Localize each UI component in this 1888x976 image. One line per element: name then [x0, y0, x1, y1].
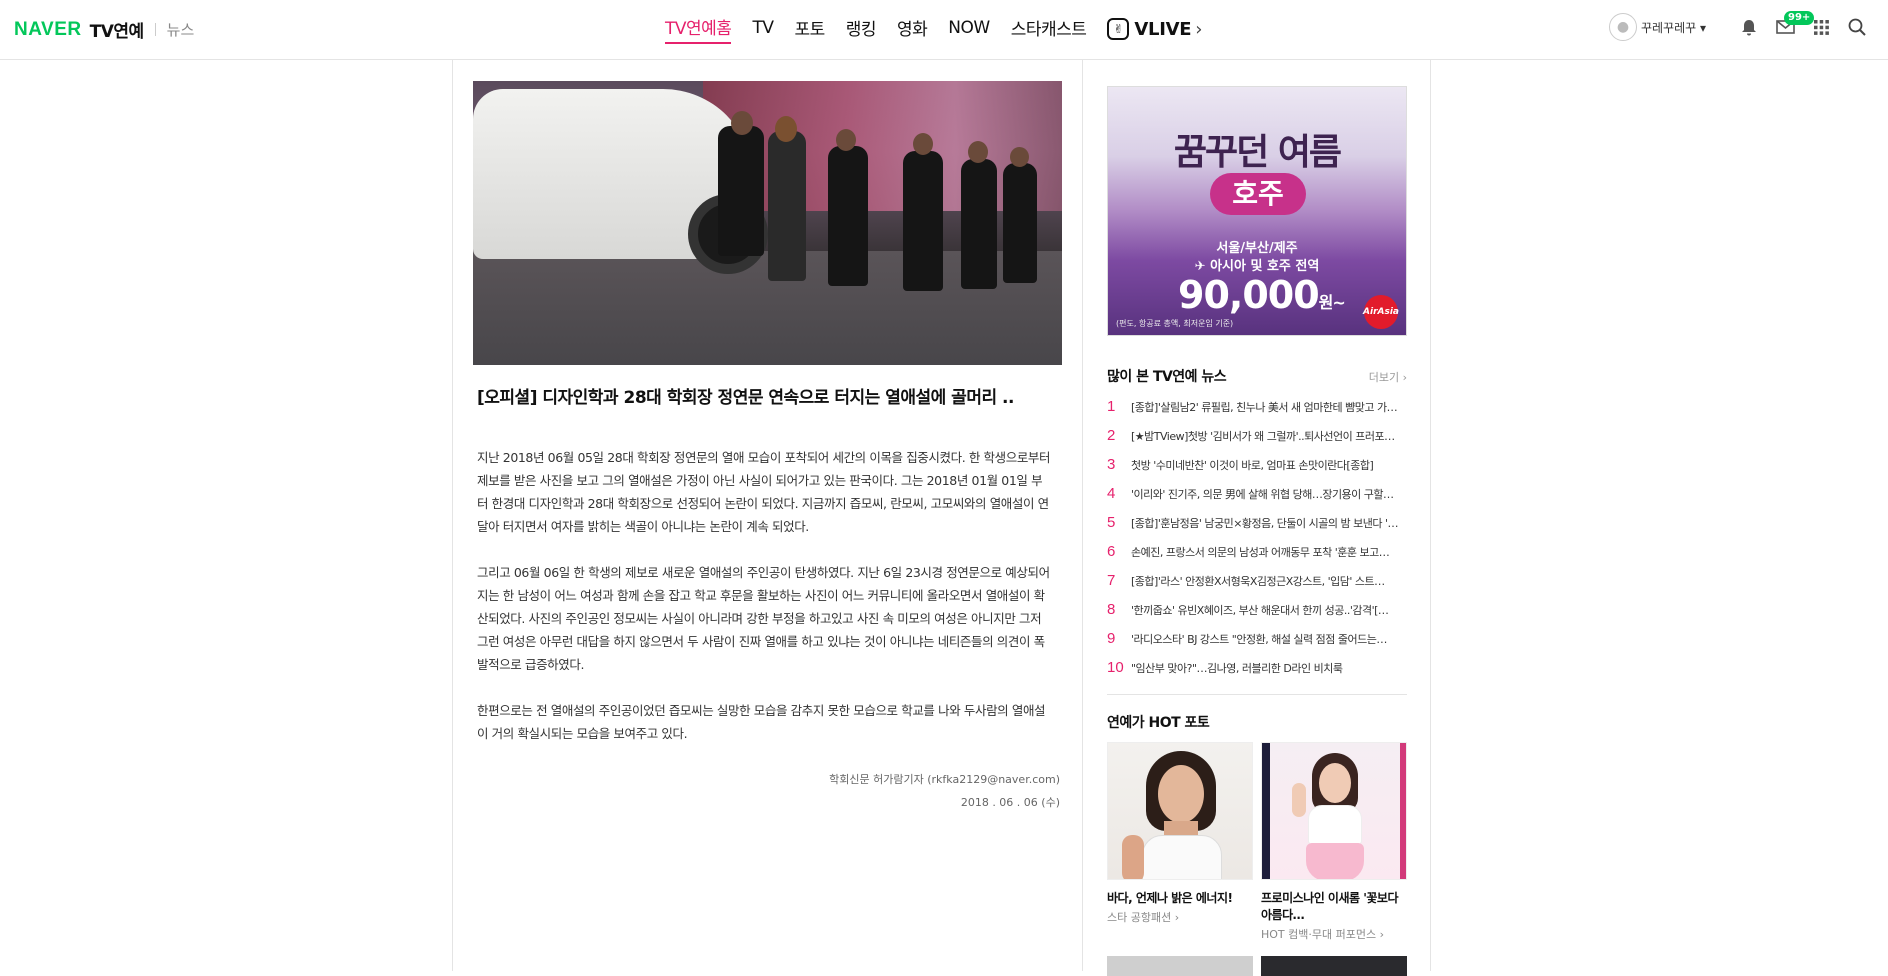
- rank-headline: [★밤TView]첫방 '김비서가 왜 그럴까'..퇴사선언이 프러포…: [1131, 429, 1395, 443]
- ad-note: (편도, 항공료 총액, 최저운임 기준): [1116, 319, 1234, 328]
- ranking-header: 많이 본 TV연예 뉴스 더보기 ›: [1107, 366, 1407, 386]
- photo-thumbnail[interactable]: [1261, 742, 1407, 880]
- apps-grid-icon[interactable]: [1810, 16, 1832, 38]
- rank-headline: 손예진, 프랑스서 의문의 남성과 어깨동무 포착 '훈훈 보고…: [1131, 545, 1390, 559]
- photo-card[interactable]: 프로미스나인 이새롬 '꽃보다 아름다… HOT 컴백·무대 퍼포먼스 ›: [1261, 742, 1407, 942]
- ranking-item[interactable]: 7 [종합]'라스' 안정환X서형욱X김정근X강스트, '입담' 스트…: [1107, 566, 1407, 595]
- ranking-title: 많이 본 TV연예 뉴스: [1107, 369, 1227, 385]
- ad-headline: 꿈꾸던 여름: [1173, 132, 1342, 173]
- ad-price-value: 90,000: [1178, 273, 1320, 317]
- ranking-item[interactable]: 8 '한끼줍쇼' 유빈X혜이즈, 부산 해운대서 한끼 성공..'감격'[…: [1107, 595, 1407, 624]
- content-column-divider: [1082, 60, 1083, 971]
- article-photo[interactable]: [473, 81, 1062, 365]
- avatar[interactable]: ●: [1608, 13, 1637, 41]
- bell-icon[interactable]: [1738, 16, 1760, 38]
- news-link[interactable]: 뉴스: [167, 19, 195, 40]
- rank-headline: "임산부 맞아?"…김나영, 러블리한 D라인 비치룩: [1131, 661, 1343, 675]
- rank-headline: [종합]'라스' 안정환X서형욱X김정근X강스트, '입담' 스트…: [1131, 574, 1385, 588]
- search-icon[interactable]: [1846, 16, 1868, 38]
- ranking-list: 1 [종합]'살림남2' 류필립, 친누나 美서 새 엄마한테 뺨맞고 가… 2 […: [1107, 392, 1407, 695]
- rank-number: 7: [1107, 572, 1116, 589]
- ranking-item[interactable]: 5 [종합]'훈남정음' 남궁민×황정음, 단둘이 시골의 밤 보낸다 '…: [1107, 508, 1407, 537]
- nav-photo[interactable]: 포토: [794, 15, 825, 43]
- rank-number: 2: [1107, 427, 1116, 444]
- article-paragraph: 지난 2018년 06월 05일 28대 학회장 정연문의 열애 모습이 포착되…: [477, 450, 1051, 534]
- nav-now[interactable]: NOW: [948, 18, 990, 41]
- user-name: 꾸레꾸레꾸: [1640, 20, 1697, 35]
- sidebar: 꿈꾸던 여름 호주 서울/부산/제주 ✈ 아시아 및 호주 전역 90,000원…: [1107, 86, 1407, 976]
- content-left-border: [452, 60, 453, 971]
- reporter: 학회신문 허가람기자 (rkfka2129@naver.com): [829, 773, 1060, 786]
- nav-tv-home[interactable]: TV연예홈: [665, 14, 732, 44]
- rank-number: 10: [1107, 659, 1124, 676]
- photo-card[interactable]: 바다, 언제나 밝은 에너지! 스타 공항패션 ›: [1107, 742, 1253, 942]
- brand-divider: [154, 23, 156, 36]
- nav-ranking[interactable]: 랭킹: [846, 15, 877, 43]
- ranking-item[interactable]: 4 '이리와' 진기주, 의문 男에 살해 위협 당해…장기용이 구할…: [1107, 479, 1407, 508]
- ranking-item[interactable]: 1 [종합]'살림남2' 류필립, 친누나 美서 새 엄마한테 뺨맞고 가…: [1107, 392, 1407, 421]
- hot-photo-title: 연예가 HOT 포토: [1107, 715, 1210, 731]
- rank-number: 4: [1107, 485, 1116, 502]
- rank-headline: [종합]'살림남2' 류필립, 친누나 美서 새 엄마한테 뺨맞고 가…: [1131, 400, 1398, 414]
- ranking-item[interactable]: 9 '라디오스타' BJ 강스트 "안정환, 해설 실력 점점 줄어드는…: [1107, 624, 1407, 653]
- nav-tv[interactable]: TV: [752, 18, 774, 41]
- ranking-more-link[interactable]: 더보기 ›: [1369, 369, 1407, 385]
- article-paragraph: 한편으로는 전 열애설의 주인공이었던 즙모씨는 실망한 모습을 감추지 못한 …: [477, 703, 1046, 741]
- mail-icon[interactable]: 99+: [1774, 11, 1815, 38]
- user-name-menu[interactable]: 꾸레꾸레꾸 ▾: [1641, 19, 1706, 36]
- ad-region: ✈ 아시아 및 호주 전역: [1194, 259, 1320, 274]
- article-date: 2018 . 06 . 06 (수): [960, 796, 1060, 809]
- vlive-label: VLIVE: [1134, 18, 1192, 40]
- article-body: 지난 2018년 06월 05일 28대 학회장 정연문의 열애 모습이 포착되…: [473, 446, 1053, 745]
- ranking-item[interactable]: 2 [★밤TView]첫방 '김비서가 왜 그럴까'..퇴사선언이 프러포…: [1107, 421, 1407, 450]
- nav-starcast[interactable]: 스타캐스트: [1011, 15, 1087, 43]
- brand: NAVER TV연예 뉴스: [14, 17, 195, 43]
- article: [오피셜] 디자인학과 28대 학회장 정연문 연속으로 터지는 열애설에 골머…: [473, 81, 1062, 814]
- rank-headline: '이리와' 진기주, 의문 男에 살해 위협 당해…장기용이 구할…: [1131, 487, 1394, 501]
- photo-category-link[interactable]: HOT 컴백·무대 퍼포먼스 ›: [1261, 926, 1407, 942]
- top-navigation-bar: NAVER TV연예 뉴스 TV연예홈 TV 포토 랭킹 영화 NOW 스타캐스…: [0, 0, 1888, 60]
- photo-thumbnail[interactable]: [1107, 956, 1253, 976]
- ranking-item[interactable]: 6 손예진, 프랑스서 의문의 남성과 어깨동무 포착 '훈훈 보고…: [1107, 537, 1407, 566]
- ad-price-unit: 원~: [1318, 293, 1346, 312]
- more-photo-thumbnails: [1107, 956, 1407, 976]
- ranking-item[interactable]: 10 "임산부 맞아?"…김나영, 러블리한 D라인 비치룩: [1107, 653, 1407, 682]
- nav-movie[interactable]: 영화: [897, 15, 928, 43]
- rank-headline: '한끼줍쇼' 유빈X혜이즈, 부산 해운대서 한끼 성공..'감격'[…: [1131, 603, 1389, 617]
- rank-number: 5: [1107, 514, 1116, 531]
- naver-logo[interactable]: NAVER: [14, 19, 82, 41]
- ad-banner[interactable]: 꿈꾸던 여름 호주 서울/부산/제주 ✈ 아시아 및 호주 전역 90,000원…: [1107, 86, 1407, 336]
- airasia-logo: AirAsia: [1363, 295, 1399, 329]
- rank-headline: 첫방 '수미네반찬' 이것이 바로, 엄마표 손맛이란다[종합]: [1131, 458, 1374, 472]
- rank-headline: [종합]'훈남정음' 남궁민×황정음, 단둘이 시골의 밤 보낸다 '…: [1131, 516, 1399, 530]
- photo-thumbnail[interactable]: [1261, 956, 1407, 976]
- rank-headline: '라디오스타' BJ 강스트 "안정환, 해설 실력 점점 줄어드는…: [1131, 632, 1387, 646]
- photo-caption: 바다, 언제나 밝은 에너지!: [1107, 891, 1233, 905]
- rank-number: 6: [1107, 543, 1116, 560]
- ad-routes: 서울/부산/제주: [1216, 241, 1298, 256]
- ad-price: 90,000원~: [1178, 273, 1346, 317]
- ad-destination: 호주: [1210, 173, 1306, 215]
- article-paragraph: 그리고 06월 06일 한 학생의 제보로 새로운 열애설의 주인공이 탄생하였…: [477, 565, 1050, 672]
- vlive-icon: ✌: [1107, 18, 1130, 40]
- ranking-item[interactable]: 3 첫방 '수미네반찬' 이것이 바로, 엄마표 손맛이란다[종합]: [1107, 450, 1407, 479]
- chevron-right-icon: ›: [1195, 18, 1203, 40]
- user-utilities: ● 꾸레꾸레꾸 ▾ 99+: [1608, 11, 1868, 41]
- main-nav: TV연예홈 TV 포토 랭킹 영화 NOW 스타캐스트 ✌ VLIVE ›: [665, 14, 1202, 44]
- photo-caption: 프로미스나인 이새롬 '꽃보다 아름다…: [1261, 891, 1399, 922]
- photo-category-link[interactable]: 스타 공항패션 ›: [1107, 909, 1253, 925]
- vlive-link[interactable]: ✌ VLIVE ›: [1107, 18, 1202, 40]
- rank-number: 1: [1107, 398, 1116, 415]
- rank-number: 8: [1107, 601, 1116, 618]
- section-title[interactable]: TV연예: [90, 17, 145, 42]
- content-right-border: [1430, 60, 1431, 971]
- photo-thumbnail[interactable]: [1107, 742, 1253, 880]
- rank-number: 9: [1107, 630, 1116, 647]
- article-byline: 학회신문 허가람기자 (rkfka2129@naver.com) 2018 . …: [473, 768, 1062, 814]
- rank-number: 3: [1107, 456, 1116, 473]
- hot-photo-grid: 바다, 언제나 밝은 에너지! 스타 공항패션 › 프로미스나인 이새롬 '꽃보…: [1107, 742, 1407, 942]
- article-title: [오피셜] 디자인학과 28대 학회장 정연문 연속으로 터지는 열애설에 골머…: [477, 388, 1014, 408]
- photo-white-car: [473, 89, 768, 274]
